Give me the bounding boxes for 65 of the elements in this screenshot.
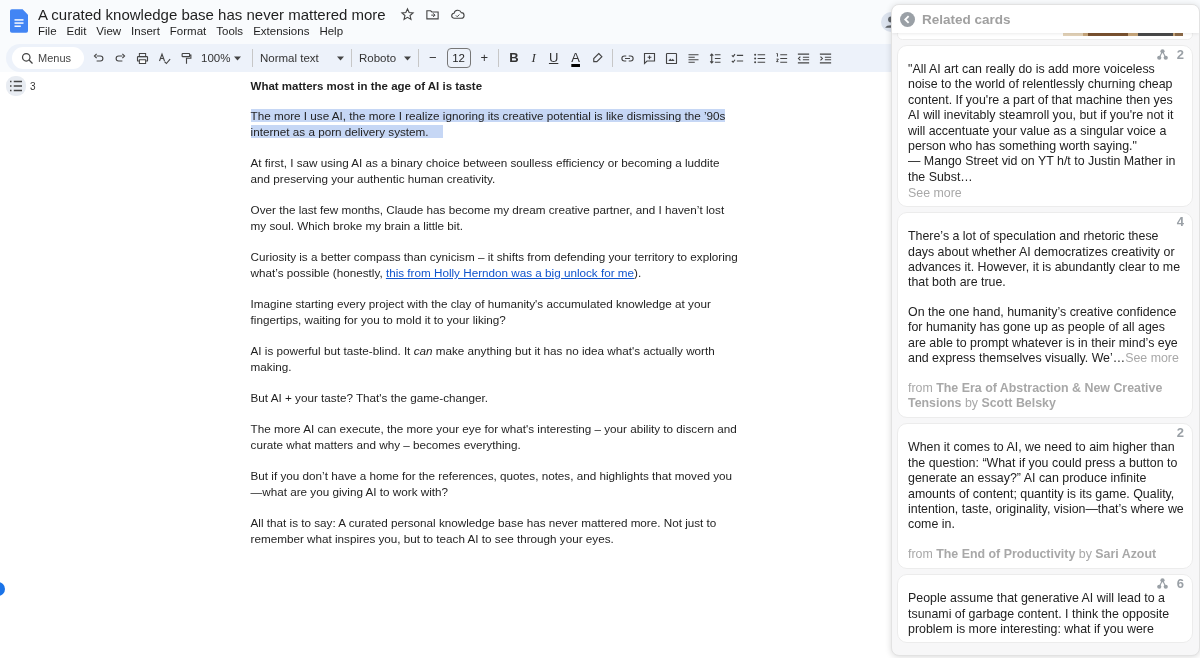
comment-icon[interactable]: [642, 50, 657, 66]
panel-title: Related cards: [922, 11, 1011, 27]
paragraph: AI is powerful but taste-blind. It can make anything but it has no idea what's actually worth making.: [250, 343, 716, 375]
paragraph: Curiosity is a better compass than cynicism – it shifts from defending your territory to exploring what’s possible (honestly, this from Holly Herndon was a big unlock for me).: [250, 249, 739, 281]
card-text: When it comes to AI, we need to aim higher than the question: “What if you could press a button to generate an essay?” AI can produce infinite amounts of content; quantity is its game. Quality, intention, taste, originality, vision—that’s where we come in.: [908, 440, 1184, 533]
card[interactable]: 6 People assume that generative AI will lead to a tsunami of garbage content. I think the opposite problem is more interesting: what if you were: [897, 574, 1193, 644]
connections-icon: [1155, 577, 1169, 591]
folder-icon[interactable]: [424, 7, 440, 22]
card-count: 2: [1176, 425, 1184, 441]
menu-item[interactable]: Extensions: [253, 24, 315, 38]
image-icon[interactable]: [664, 50, 679, 66]
card-text: People assume that generative AI will lead to a tsunami of garbage content. I think the opposite problem is more interesting: what if you were: [908, 591, 1171, 638]
card[interactable]: [897, 45, 1193, 208]
print-icon[interactable]: [135, 50, 150, 66]
card-source: from The Era of Abstraction & New Creative Tensions by Scott Belsky: [908, 380, 1164, 412]
document-heading: What matters most in the age of AI is taste: [250, 79, 484, 94]
menu-item[interactable]: View: [96, 24, 127, 38]
connections-icon: [1155, 48, 1169, 61]
document-title[interactable]: A curated knowledge base has never mattered more: [38, 6, 386, 23]
paragraph: But if you don’t have a home for the references, quotes, notes, and highlights that moved you—what are you giving AI to work with?: [250, 468, 733, 500]
card-text: On the one hand, humanity’s creative confidence for humanity has gone up as people of all ages are able to prompt whatever is in their mind’s eye and express themselves visually. We’…See more: [908, 304, 1180, 367]
indent-icon[interactable]: [818, 50, 833, 66]
caret-icon: [337, 55, 344, 61]
menu-item[interactable]: Tools: [216, 24, 249, 38]
style-dropdown[interactable]: Normal text: [260, 52, 344, 64]
paragraph: But AI + your taste? That's the game-changer.: [250, 390, 490, 406]
bold-button[interactable]: B: [506, 48, 522, 68]
paragraph: All that is to say: A curated personal knowledge base has never mattered more. Not just to remember what inspires you, but to teach AI to see through your eyes.: [250, 515, 718, 547]
cloud-icon[interactable]: [449, 7, 465, 22]
card-source: from The End of Productivity by Sari Azout: [908, 546, 1158, 563]
numbered-icon[interactable]: [774, 50, 789, 66]
card-count: 2: [1176, 47, 1184, 62]
link[interactable]: this from Holly Herndon was a big unlock for me: [385, 266, 635, 279]
menu-item[interactable]: Format: [169, 24, 212, 38]
paragraph: The more AI can execute, the more your eye for what's interesting – your ability to discern and curate what matters and why – becomes everything.: [250, 421, 738, 453]
paint-icon[interactable]: [179, 50, 194, 66]
card-count: 6: [1176, 576, 1184, 592]
star-icon[interactable]: [399, 7, 415, 22]
paragraph: The more I use AI, the more I realize ignoring its creative potential is like dismissing the ’90s internet as a porn delivery system.: [250, 108, 727, 140]
font-dropdown[interactable]: Roboto: [359, 52, 411, 64]
increase-size-button[interactable]: +: [477, 48, 492, 68]
docs-logo-icon[interactable]: [10, 9, 28, 33]
menu-search-field[interactable]: Menus: [12, 47, 84, 69]
spacing-icon[interactable]: [708, 50, 723, 66]
caret-icon: [234, 55, 242, 61]
text-color-button[interactable]: A: [568, 48, 583, 68]
caret-icon: [404, 55, 411, 61]
paragraph: At first, I saw using AI as a binary choice between soulless efficiency or becoming a luddite and preserving your authentic human creativity.: [250, 155, 721, 187]
search-icon: [20, 51, 35, 66]
back-icon[interactable]: [900, 11, 915, 27]
menu-item[interactable]: File: [38, 24, 62, 38]
menu-item[interactable]: Help: [319, 24, 349, 38]
card-text: There’s a lot of speculation and rhetoric these days about whether AI democratizes creativity or advances it. However, it is abundantly clear to me that both are true.: [908, 229, 1182, 291]
italic-button[interactable]: I: [528, 48, 539, 68]
font-size-field[interactable]: 12: [446, 48, 471, 68]
paragraph: Imagine starting every project with the clay of humanity's accumulated knowledge at your fingertips, waiting for you to mold it to your liking?: [250, 296, 712, 328]
outdent-icon[interactable]: [796, 50, 811, 66]
menu-item[interactable]: Insert: [131, 24, 165, 38]
decrease-size-button[interactable]: −: [426, 48, 440, 68]
paragraph: Over the last few months, Claude has become my dream creative partner, and I haven’t lost my soul. Which broke my brain a little bit.: [250, 202, 726, 234]
card-text: "All AI art can really do is add more voiceless noise to the world of relentlessly churning cheap content. If you're a part of that machine then yes AI will inevitably steamroll you, but if you're not it will accentuate your value as a singular voice a person who has something worth saying." — Mango Street vid on YT h/t to Justin Mather in the Subst…: [908, 62, 1177, 186]
zoom-dropdown[interactable]: 100%: [201, 52, 245, 64]
card-count: 4: [1176, 214, 1184, 230]
menu-item[interactable]: Edit: [66, 24, 92, 38]
underline-button[interactable]: U: [545, 48, 562, 68]
